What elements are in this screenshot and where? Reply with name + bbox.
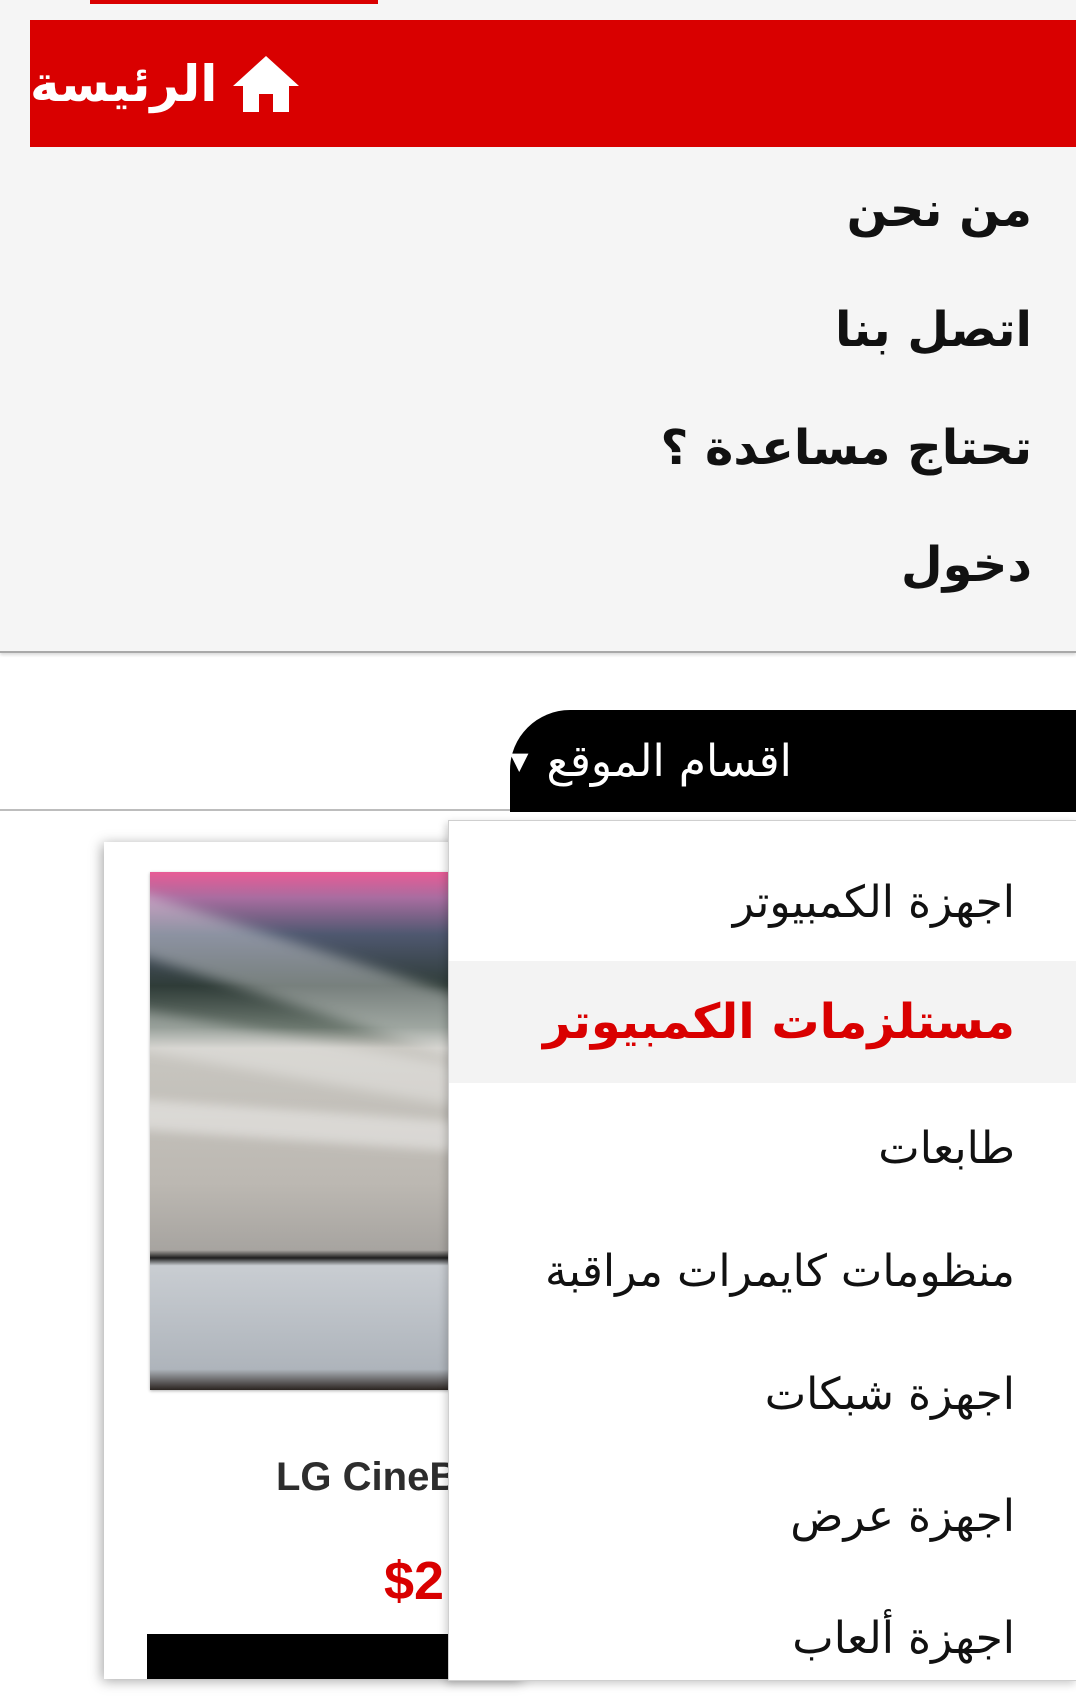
- categories-dropdown-toggle[interactable]: اقسام الموقع ▼: [510, 710, 1076, 812]
- category-item-gaming-consoles[interactable]: اجهزة ألعاب: [449, 1577, 1076, 1699]
- category-item-computer-accessories[interactable]: مستلزمات الكمبيوتر: [449, 961, 1076, 1083]
- product-price: $2: [384, 1551, 445, 1611]
- nav-item-login[interactable]: دخول: [901, 537, 1032, 593]
- section-divider: [0, 809, 510, 811]
- nav-item-help[interactable]: تحتاج مساعدة ؟: [660, 420, 1032, 476]
- product-title[interactable]: LG CineB: [276, 1455, 458, 1500]
- categories-dropdown-menu: اجهزة الكمبيوتر مستلزمات الكمبيوتر طابعا…: [448, 820, 1076, 1681]
- caret-down-icon: ▼: [510, 747, 529, 775]
- nav-item-home-label: الرئيسة: [30, 54, 218, 113]
- categories-tab-label: اقسام الموقع: [546, 735, 792, 787]
- nav-item-contact[interactable]: اتصل بنا: [835, 302, 1032, 358]
- category-item-projectors[interactable]: اجهزة عرض: [449, 1455, 1076, 1577]
- active-tab-indicator: [90, 0, 378, 4]
- category-item-computers[interactable]: اجهزة الكمبيوتر: [449, 841, 1076, 963]
- nav-item-about[interactable]: من نحن: [847, 182, 1032, 238]
- home-icon: [233, 55, 300, 112]
- category-item-surveillance-cameras[interactable]: منظومات كايمرات مراقبة: [449, 1210, 1076, 1332]
- category-item-printers[interactable]: طابعات: [449, 1087, 1076, 1209]
- nav-item-home[interactable]: الرئيسة: [30, 20, 1076, 147]
- add-to-cart-button[interactable]: [147, 1634, 457, 1679]
- main-nav-menu: الرئيسة من نحن اتصل بنا تحتاج مساعدة ؟ د…: [0, 0, 1076, 653]
- category-item-network-devices[interactable]: اجهزة شبكات: [449, 1333, 1076, 1455]
- product-image[interactable]: [150, 872, 450, 1390]
